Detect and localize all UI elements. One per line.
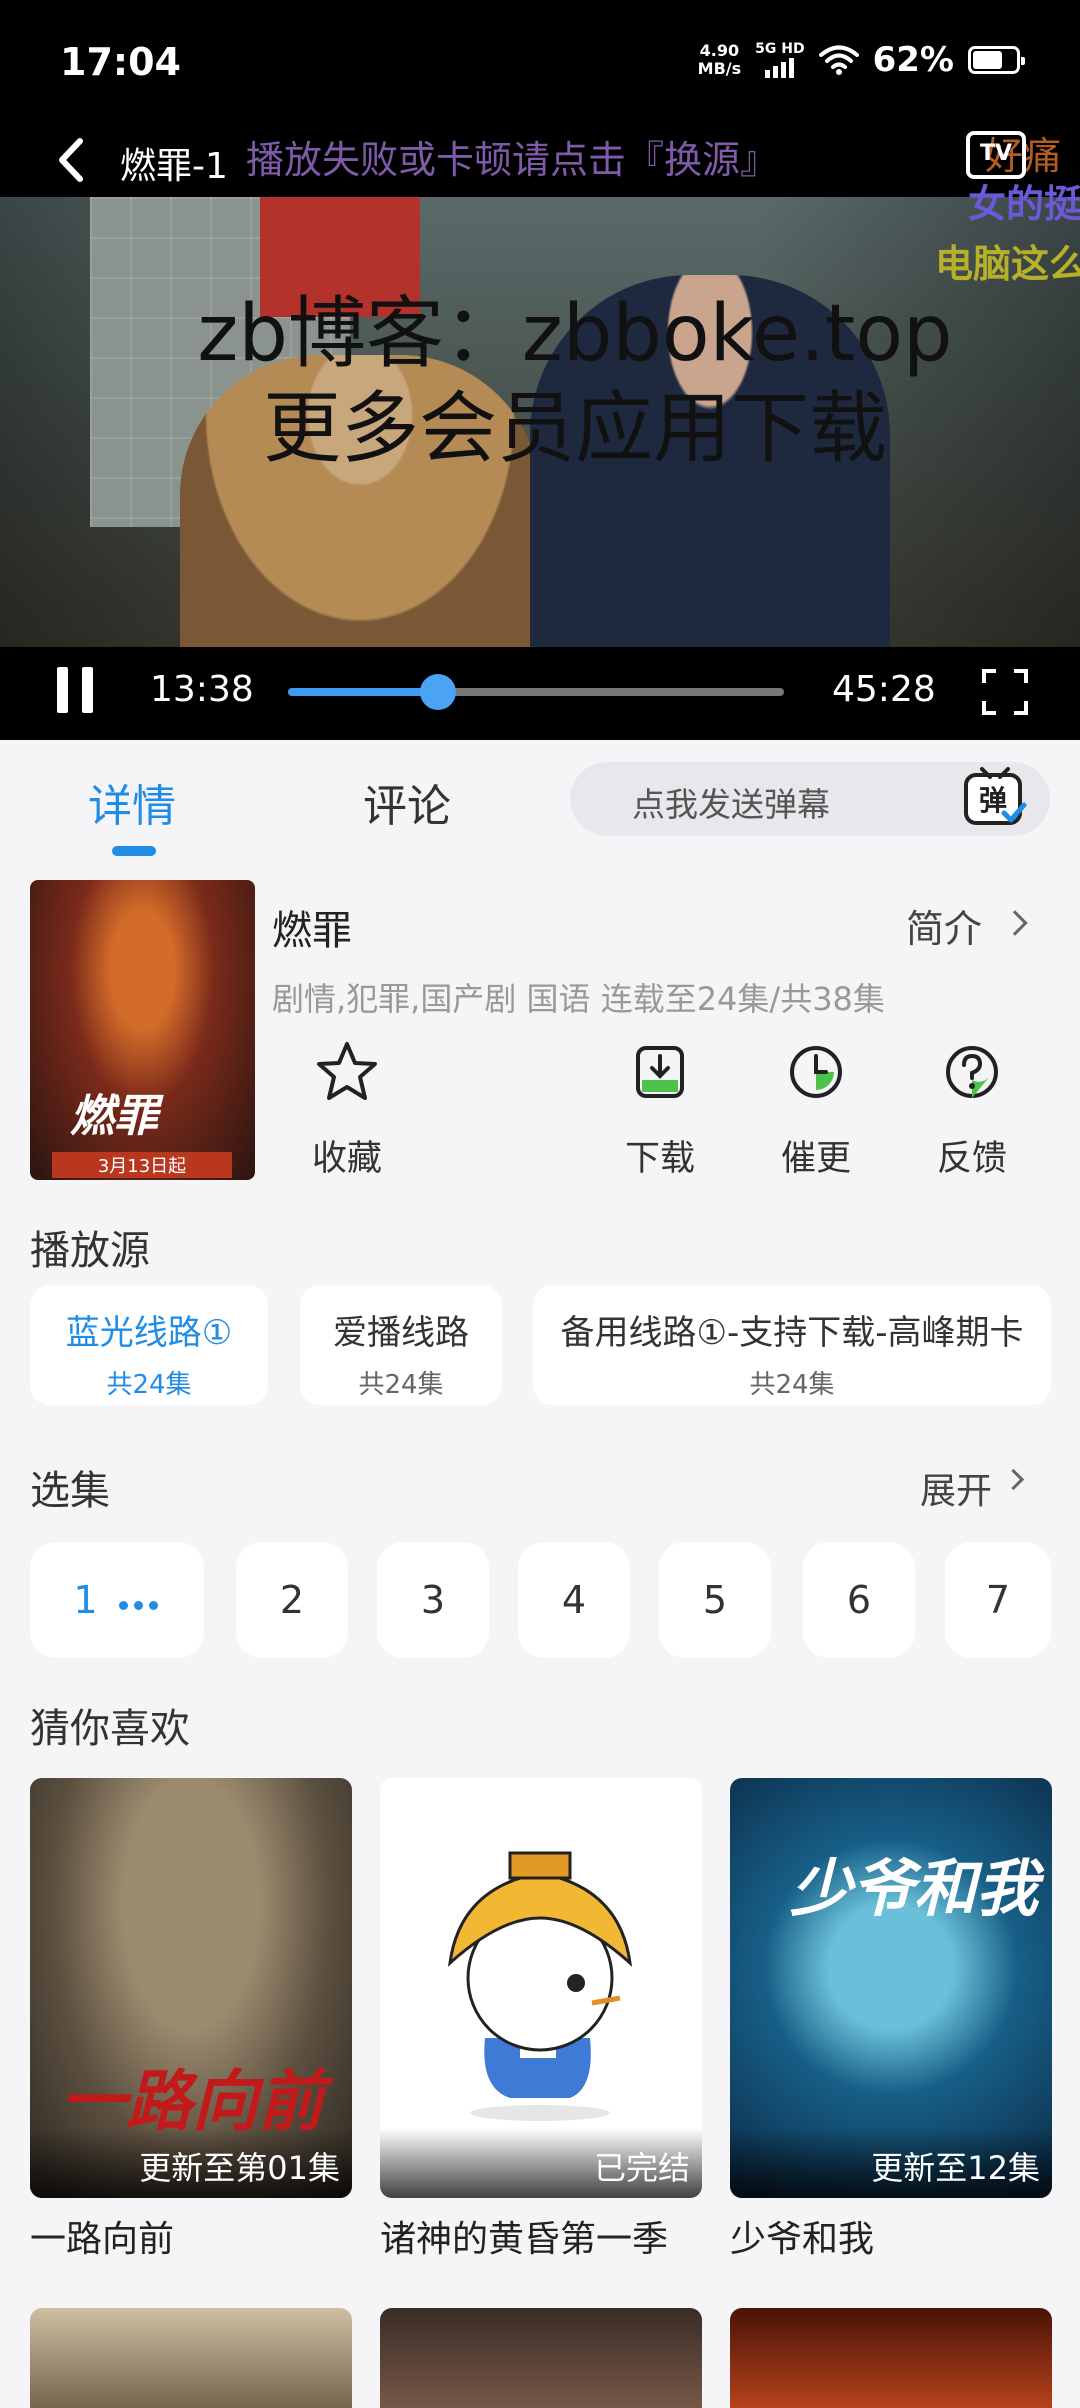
star-icon <box>317 1042 377 1100</box>
episode-item[interactable]: 2 <box>236 1542 348 1658</box>
clock-icon <box>790 1046 842 1098</box>
recommend-card[interactable]: 少爷和我 更新至12集 <box>730 1778 1052 2198</box>
back-icon[interactable] <box>52 135 92 185</box>
danmaku-item: 电脑这么 <box>935 242 1080 286</box>
chevron-right-icon <box>1002 1468 1025 1491</box>
download-icon <box>636 1046 684 1098</box>
recommend-card[interactable] <box>730 2308 1052 2408</box>
net-speed-value: 4.90 <box>699 41 740 60</box>
network-type: 5G HD <box>755 41 805 57</box>
update-badge: 更新至第01集 <box>30 2128 352 2198</box>
source-item[interactable]: 备用线路①-支持下载-高峰期卡 共24集 <box>533 1285 1051 1405</box>
episodes-title: 选集 <box>30 1468 110 1514</box>
signal-icon: 5G HD <box>755 41 805 78</box>
progress-bar[interactable] <box>288 674 784 710</box>
favorite-label: 收藏 <box>311 1139 382 1179</box>
recommend-name[interactable]: 诸神的黄昏第一季 <box>380 2210 668 2262</box>
tab-indicator <box>112 846 156 856</box>
battery-icon <box>968 46 1025 74</box>
source-item[interactable]: 爱播线路 共24集 <box>300 1285 502 1405</box>
poster-title: 少爷和我 <box>790 1852 1039 1925</box>
watermark: zb博客：zbboke.top 更多会员应用下载 <box>197 289 953 474</box>
wifi-icon <box>818 45 859 75</box>
poster-subtitle: 3月13日起 <box>52 1152 232 1178</box>
video-title: 燃罪-1 <box>120 146 228 187</box>
player-controls: 13:38 45:28 <box>0 647 1080 740</box>
episode-item[interactable]: 4 <box>518 1542 630 1658</box>
update-badge: 已完结 <box>380 2128 702 2198</box>
update-badge: 更新至12集 <box>730 2128 1052 2198</box>
danmaku-item: 女的挺 <box>968 182 1080 226</box>
expand-button[interactable]: 展开 <box>920 1462 992 1514</box>
feedback-icon <box>946 1046 998 1098</box>
switch-source-notice: 播放失败或卡顿请点击『换源』 <box>246 138 779 182</box>
progress-fill <box>288 688 438 696</box>
status-icons: 4.90 MB/s 5G HD 62% <box>698 40 1025 80</box>
download-button[interactable]: 下载 <box>600 1040 720 1181</box>
episode-item[interactable]: 3 <box>377 1542 489 1658</box>
video-player[interactable]: zb博客：zbboke.top 更多会员应用下载 燃罪-1 播放失败或卡顿请点击… <box>0 125 1080 740</box>
recommend-card[interactable] <box>30 2308 352 2408</box>
battery-percent: 62% <box>872 40 954 80</box>
episode-item[interactable]: 7 <box>945 1542 1051 1658</box>
fullscreen-icon[interactable] <box>982 669 1028 715</box>
pause-icon[interactable] <box>55 667 95 713</box>
current-time: 13:38 <box>150 669 254 710</box>
source-item[interactable]: 蓝光线路① 共24集 <box>30 1285 268 1405</box>
recommend-title: 猜你喜欢 <box>30 1706 190 1752</box>
urge-label: 催更 <box>780 1139 851 1179</box>
recommend-card[interactable]: 一路向前 更新至第01集 <box>30 1778 352 2198</box>
status-time: 17:04 <box>60 40 181 84</box>
feedback-button[interactable]: 反馈 <box>912 1040 1032 1181</box>
episode-item[interactable]: 5 <box>659 1542 771 1658</box>
danmu-placeholder: 点我发送弹幕 <box>632 785 830 824</box>
recommend-card[interactable]: 已完结 <box>380 1778 702 2198</box>
status-bar: 17:04 4.90 MB/s 5G HD 62% <box>0 0 1080 125</box>
chevron-right-icon <box>1002 910 1028 936</box>
sources-title: 播放源 <box>30 1228 150 1274</box>
net-speed: 4.90 MB/s <box>698 42 741 78</box>
episode-item[interactable]: 1 <box>30 1542 204 1658</box>
danmu-toggle-icon[interactable]: 弹 <box>962 765 1028 831</box>
poster-title: 燃罪 <box>70 1091 158 1142</box>
show-meta: 剧情,犯罪,国产剧 国语 连载至24集/共38集 <box>272 980 885 1018</box>
playing-indicator-icon <box>116 1545 161 1661</box>
progress-thumb[interactable] <box>419 674 456 710</box>
download-label: 下载 <box>624 1139 695 1179</box>
tab-detail[interactable]: 详情 <box>88 770 176 834</box>
show-poster[interactable]: 燃罪 3月13日起 <box>30 880 255 1180</box>
recommend-card[interactable] <box>380 2308 702 2408</box>
favorite-button[interactable]: 收藏 <box>287 1040 407 1181</box>
recommend-name[interactable]: 一路向前 <box>30 2210 174 2262</box>
show-title: 燃罪 <box>272 908 352 954</box>
urge-button[interactable]: 催更 <box>756 1040 876 1181</box>
episode-item[interactable]: 6 <box>803 1542 915 1658</box>
recommend-name[interactable]: 少爷和我 <box>730 2210 874 2262</box>
total-time: 45:28 <box>832 669 936 710</box>
intro-link[interactable]: 简介 <box>906 898 982 953</box>
feedback-label: 反馈 <box>936 1139 1007 1179</box>
placeholder-mascot-icon <box>447 1851 633 2121</box>
net-speed-unit: MB/s <box>697 59 742 78</box>
tab-comment[interactable]: 评论 <box>363 770 451 834</box>
tv-cast-icon[interactable]: TV <box>966 131 1026 179</box>
